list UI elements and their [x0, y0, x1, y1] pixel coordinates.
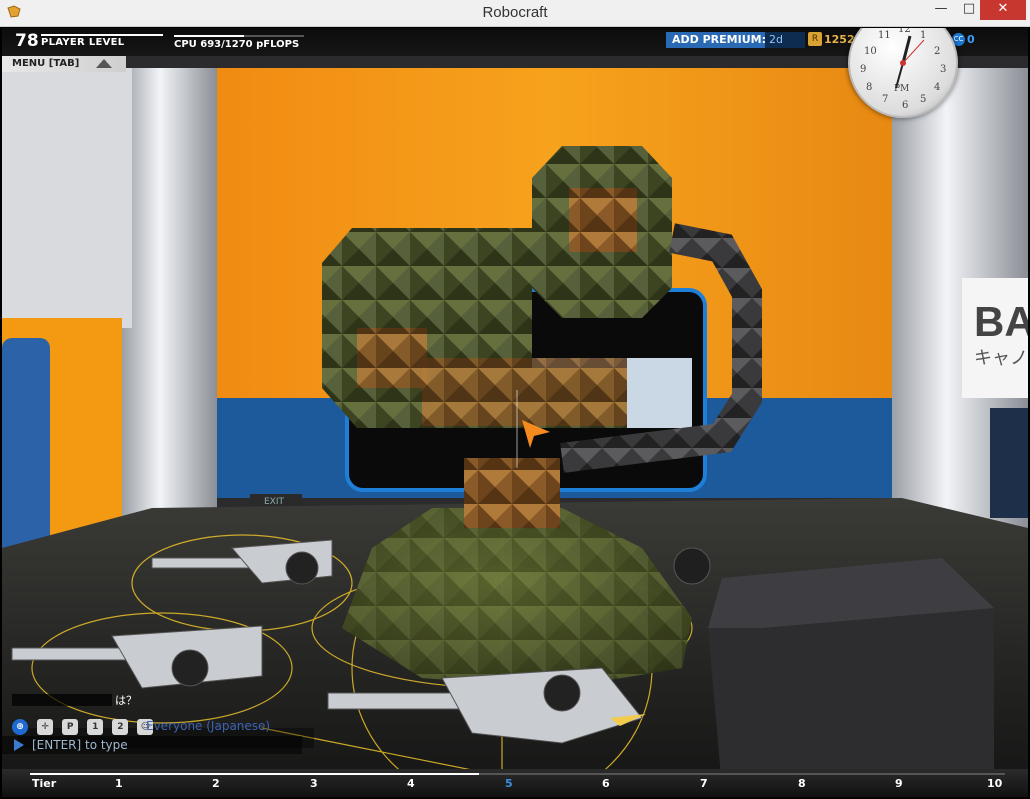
level-progress-bar: [41, 34, 163, 36]
tier-bar: Tier 1 2 3 4 5 6 7 8 9 10: [2, 769, 1028, 797]
window-titlebar: Robocraft — □ ✕: [0, 0, 1030, 27]
chat-channel-label[interactable]: Everyone (Japanese): [146, 719, 270, 733]
game-viewport[interactable]: BA キャノ EXIT 78 PLAYER LEVEL CPU 693/1270…: [2, 28, 1028, 797]
chat-message-text: は？: [115, 694, 137, 707]
cpu-label: CPU 693/1270 pFLOPS: [174, 39, 300, 50]
cpu-progress-fill: [174, 35, 245, 37]
chat-sender-name: [12, 694, 112, 706]
cosmetic-credits-value: 0: [967, 33, 975, 46]
crosshair-icon[interactable]: ✛: [37, 718, 54, 735]
tier-number[interactable]: 9: [895, 777, 903, 790]
close-button[interactable]: ✕: [980, 0, 1026, 20]
tier-number[interactable]: 8: [798, 777, 806, 790]
chat-input[interactable]: [ENTER] to type: [32, 738, 128, 752]
robits-icon: R: [808, 32, 822, 46]
play-arrow-icon: [14, 739, 24, 751]
tier-number[interactable]: 1: [115, 777, 123, 790]
tier-number[interactable]: 6: [602, 777, 610, 790]
person-1-icon[interactable]: 1: [87, 718, 104, 735]
menu-tab-button[interactable]: MENU [TAB]: [2, 56, 126, 72]
tier-number[interactable]: 2: [212, 777, 220, 790]
desktop-clock-gadget: 12 1 2 3 4 5 6 7 8 9 10 11 PM: [848, 28, 958, 118]
player-level-label: PLAYER LEVEL: [41, 37, 125, 48]
party-icon[interactable]: P: [62, 718, 79, 735]
arena-banner-text: BA: [974, 298, 1028, 345]
clock-hands: [895, 35, 925, 89]
chat-input-row[interactable]: [ENTER] to type: [2, 736, 302, 754]
tier-number-active[interactable]: 5: [505, 777, 513, 790]
arena-banner-subtext: キャノ: [974, 348, 1028, 369]
minimize-button[interactable]: —: [926, 0, 956, 20]
garage-scene: BA キャノ EXIT: [2, 28, 1028, 797]
tier-number[interactable]: 7: [700, 777, 708, 790]
exit-sign-text: EXIT: [264, 497, 285, 507]
tier-progress-track: [30, 773, 1005, 775]
globe-icon[interactable]: ⊕: [12, 718, 28, 735]
menu-tab-label: MENU [TAB]: [12, 58, 80, 69]
player-level-value: 78: [15, 31, 39, 51]
chat-filter-icons: ⊕ ✛ P 1 2 ☺: [12, 716, 157, 735]
window-title: Robocraft: [482, 4, 548, 21]
chevron-up-icon: [96, 59, 112, 68]
tier-number[interactable]: 10: [987, 777, 1002, 790]
tier-label: Tier: [32, 777, 57, 790]
tier-number[interactable]: 3: [310, 777, 318, 790]
cpu-progress-bar: [174, 35, 304, 37]
tier-number[interactable]: 4: [407, 777, 415, 790]
person-2-icon[interactable]: 2: [112, 718, 129, 735]
premium-remaining-value: 2d: [765, 32, 805, 48]
tier-progress-fill: [30, 773, 479, 775]
add-premium-button[interactable]: ADD PREMIUM:: [666, 32, 772, 48]
